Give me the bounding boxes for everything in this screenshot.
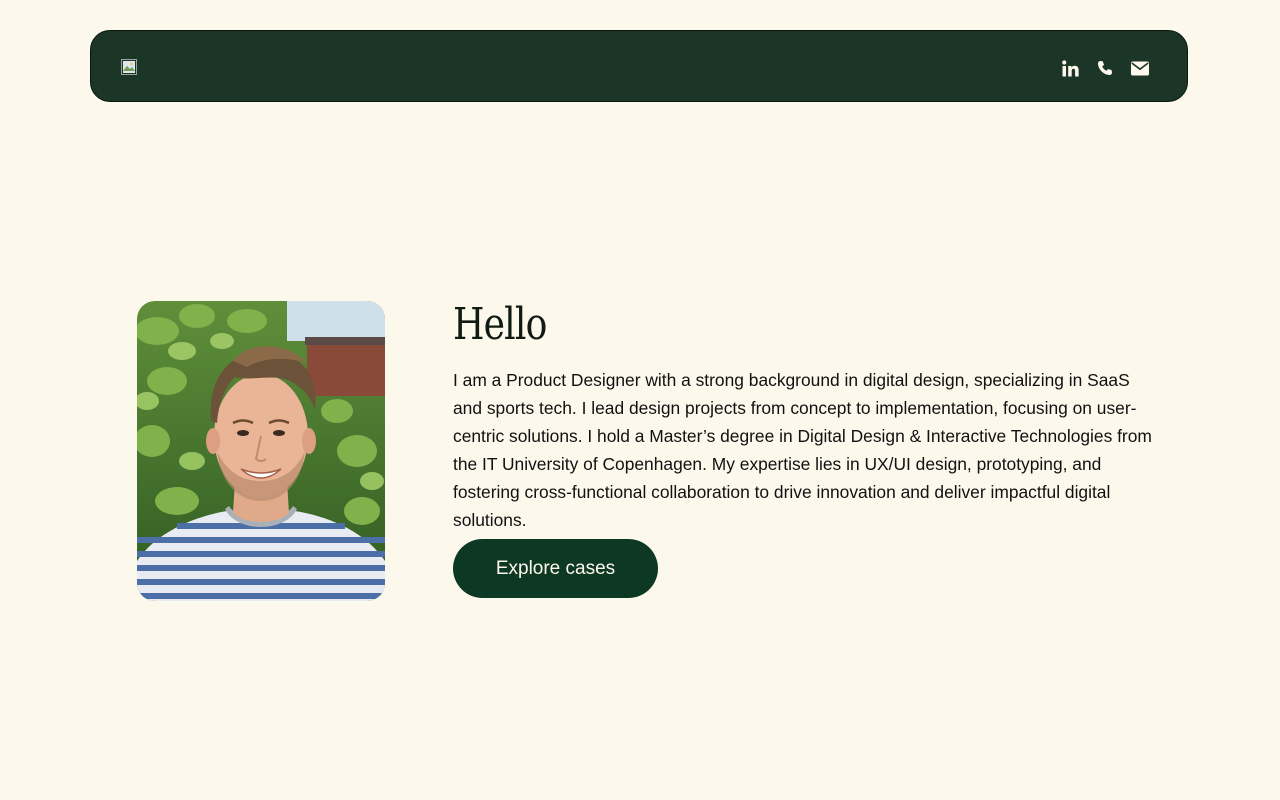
hero-section: Hello I am a Product Designer with a str… bbox=[137, 300, 1157, 602]
email-icon[interactable] bbox=[1131, 61, 1149, 76]
intro-text: Hello I am a Product Designer with a str… bbox=[453, 300, 1157, 534]
explore-cases-button[interactable]: Explore cases bbox=[453, 539, 658, 598]
page-title: Hello bbox=[453, 299, 547, 350]
broken-image-icon bbox=[121, 59, 137, 75]
social-links bbox=[1062, 59, 1149, 77]
portrait-illustration bbox=[137, 301, 385, 601]
logo[interactable] bbox=[121, 59, 137, 75]
phone-icon[interactable] bbox=[1097, 60, 1113, 76]
top-navbar bbox=[90, 30, 1188, 102]
portrait-photo bbox=[137, 301, 385, 601]
linkedin-icon[interactable] bbox=[1062, 59, 1079, 77]
bio-paragraph: I am a Product Designer with a strong ba… bbox=[453, 370, 1152, 530]
